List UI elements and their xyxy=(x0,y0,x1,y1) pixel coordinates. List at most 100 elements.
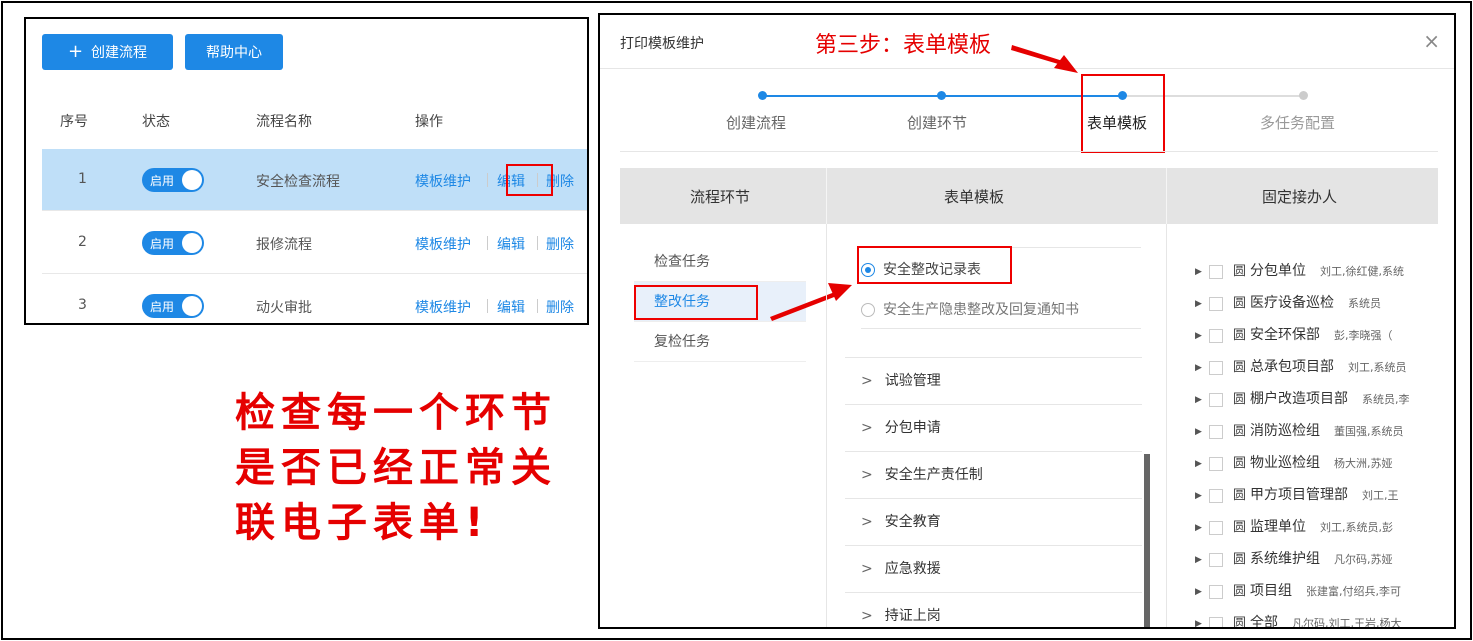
assignee-name: 项目组 xyxy=(1250,583,1293,599)
edit-link[interactable]: 编辑 xyxy=(497,297,525,317)
edit-link[interactable]: 编辑 xyxy=(497,234,525,254)
checkbox[interactable] xyxy=(1209,616,1223,627)
assignee-name: 医疗设备巡检 xyxy=(1250,295,1335,311)
assignee-item[interactable]: ▶ 圆全部 凡尔码,刘工,王岩,杨大 xyxy=(1195,612,1435,629)
form-option[interactable]: 安全生产隐患整改及回复通知书 xyxy=(861,299,1079,319)
expand-arrow-icon[interactable]: ▶ xyxy=(1195,491,1205,501)
step-label[interactable]: 创建环节 xyxy=(907,112,967,133)
assignee-item[interactable]: ▶ 圆系统维护组 凡尔码,苏娅 xyxy=(1195,548,1435,568)
form-group-label: 试验管理 xyxy=(884,373,941,389)
column-divider xyxy=(826,168,827,224)
checkbox[interactable] xyxy=(1209,424,1223,439)
close-icon[interactable]: × xyxy=(1423,29,1440,53)
plus-icon: + xyxy=(67,41,84,62)
assignee-item[interactable]: ▶ 圆项目组 张建富,付绍兵,李可 xyxy=(1195,580,1435,600)
assignee-users: 凡尔码,刘工,王岩,杨大 xyxy=(1292,617,1402,629)
assignee-users: 系统员,李 xyxy=(1362,393,1410,406)
link-separator xyxy=(487,236,488,250)
header-no: 序号 xyxy=(60,114,88,130)
group-icon: 圆 xyxy=(1233,360,1247,375)
divider xyxy=(620,151,1438,152)
expand-arrow-icon[interactable]: ▶ xyxy=(1195,459,1205,469)
assignee-item[interactable]: ▶ 圆安全环保部 彭,李晓强（ xyxy=(1195,324,1435,344)
header-name: 流程名称 xyxy=(256,114,312,130)
assignee-name: 监理单位 xyxy=(1250,519,1307,535)
assignee-item[interactable]: ▶ 圆甲方项目管理部 刘工,王 xyxy=(1195,484,1435,504)
checkbox[interactable] xyxy=(1209,456,1223,471)
expand-arrow-icon[interactable]: ▶ xyxy=(1195,363,1205,373)
assignee-item[interactable]: ▶ 圆消防巡检组 董国强,系统员 xyxy=(1195,420,1435,440)
expand-arrow-icon[interactable]: ▶ xyxy=(1195,523,1205,533)
status-toggle[interactable]: 启用 xyxy=(142,294,204,318)
task-item[interactable]: 复检任务 xyxy=(634,322,806,362)
group-icon: 圆 xyxy=(1233,616,1247,629)
group-icon: 圆 xyxy=(1233,488,1247,503)
form-group[interactable]: > 分包申请 xyxy=(845,405,1142,452)
checkbox[interactable] xyxy=(1209,392,1223,407)
delete-link[interactable]: 删除 xyxy=(546,297,574,317)
expand-arrow-icon[interactable]: ▶ xyxy=(1195,619,1205,628)
form-group[interactable]: > 应急救援 xyxy=(845,546,1142,593)
checkbox[interactable] xyxy=(1209,488,1223,503)
checkbox[interactable] xyxy=(1209,264,1223,279)
form-highlight-box xyxy=(857,246,1012,284)
task-item[interactable]: 检查任务 xyxy=(634,242,806,282)
assignee-item[interactable]: ▶ 圆医疗设备巡检 系统员 xyxy=(1195,292,1435,312)
checkbox[interactable] xyxy=(1209,328,1223,343)
annotation-line-1: 检查每一个环节 xyxy=(235,390,557,436)
template-maintain-link[interactable]: 模板维护 xyxy=(415,297,471,317)
header-ops: 操作 xyxy=(415,114,443,130)
expand-arrow-icon[interactable]: ▶ xyxy=(1195,555,1205,565)
assignee-name: 消防巡检组 xyxy=(1250,423,1321,439)
expand-arrow-icon[interactable]: ▶ xyxy=(1195,395,1205,405)
form-group[interactable]: > 安全教育 xyxy=(845,499,1142,546)
delete-link[interactable]: 删除 xyxy=(546,234,574,254)
expand-arrow-icon[interactable]: ▶ xyxy=(1195,267,1205,277)
checkbox[interactable] xyxy=(1209,552,1223,567)
checkbox[interactable] xyxy=(1209,360,1223,375)
chevron-right-icon: > xyxy=(861,420,873,436)
template-maintain-link[interactable]: 模板维护 xyxy=(415,234,471,254)
assignee-item[interactable]: ▶ 圆棚户改造项目部 系统员,李 xyxy=(1195,388,1435,408)
table-row[interactable]: 3 启用 动火审批 模板维护 编辑 删除 xyxy=(42,275,587,323)
form-group[interactable]: > 安全生产责任制 xyxy=(845,452,1142,499)
step-dot xyxy=(758,91,767,100)
expand-arrow-icon[interactable]: ▶ xyxy=(1195,427,1205,437)
template-maintain-link[interactable]: 模板维护 xyxy=(415,171,471,191)
radio-icon[interactable] xyxy=(861,303,875,317)
assignee-item[interactable]: ▶ 圆监理单位 刘工,系统员,彭 xyxy=(1195,516,1435,536)
assignee-name: 系统维护组 xyxy=(1250,551,1321,567)
assignee-item[interactable]: ▶ 圆物业巡检组 杨大洲,苏娅 xyxy=(1195,452,1435,472)
assignee-name: 物业巡检组 xyxy=(1250,455,1321,471)
step-label[interactable]: 多任务配置 xyxy=(1260,112,1335,133)
table-row[interactable]: 1 启用 安全检查流程 模板维护 编辑 删除 xyxy=(42,149,587,211)
step-annotation: 第三步：表单模板 xyxy=(815,33,992,58)
expand-arrow-icon[interactable]: ▶ xyxy=(1195,299,1205,309)
checkbox[interactable] xyxy=(1209,296,1223,311)
group-icon: 圆 xyxy=(1233,456,1247,471)
status-toggle[interactable]: 启用 xyxy=(142,168,204,192)
form-group[interactable]: > 试验管理 xyxy=(845,358,1142,405)
step-label[interactable]: 创建流程 xyxy=(726,112,786,133)
create-workflow-button[interactable]: + 创建流程 xyxy=(42,34,173,70)
scrollbar[interactable] xyxy=(1144,454,1150,627)
form-group[interactable]: > 持证上岗 xyxy=(845,593,1142,627)
status-toggle[interactable]: 启用 xyxy=(142,231,204,255)
column-header: 固定接办人 xyxy=(1262,188,1338,206)
assignee-name: 安全环保部 xyxy=(1250,327,1321,343)
group-icon: 圆 xyxy=(1233,520,1247,535)
expand-arrow-icon[interactable]: ▶ xyxy=(1195,587,1205,597)
assignee-item[interactable]: ▶ 圆分包单位 刘工,徐红健,系统 xyxy=(1195,260,1435,280)
help-center-button[interactable]: 帮助中心 xyxy=(185,34,283,70)
row-no: 3 xyxy=(78,297,87,313)
column-header: 流程环节 xyxy=(690,188,751,206)
expand-arrow-icon[interactable]: ▶ xyxy=(1195,331,1205,341)
task-highlight-box xyxy=(634,285,758,320)
assignee-item[interactable]: ▶ 圆总承包项目部 刘工,系统员 xyxy=(1195,356,1435,376)
assignee-users: 凡尔码,苏娅 xyxy=(1334,553,1393,566)
table-row[interactable]: 2 启用 报修流程 模板维护 编辑 删除 xyxy=(42,212,587,274)
checkbox[interactable] xyxy=(1209,584,1223,599)
assignee-users: 董国强,系统员 xyxy=(1334,425,1404,438)
checkbox[interactable] xyxy=(1209,520,1223,535)
link-separator xyxy=(487,299,488,313)
